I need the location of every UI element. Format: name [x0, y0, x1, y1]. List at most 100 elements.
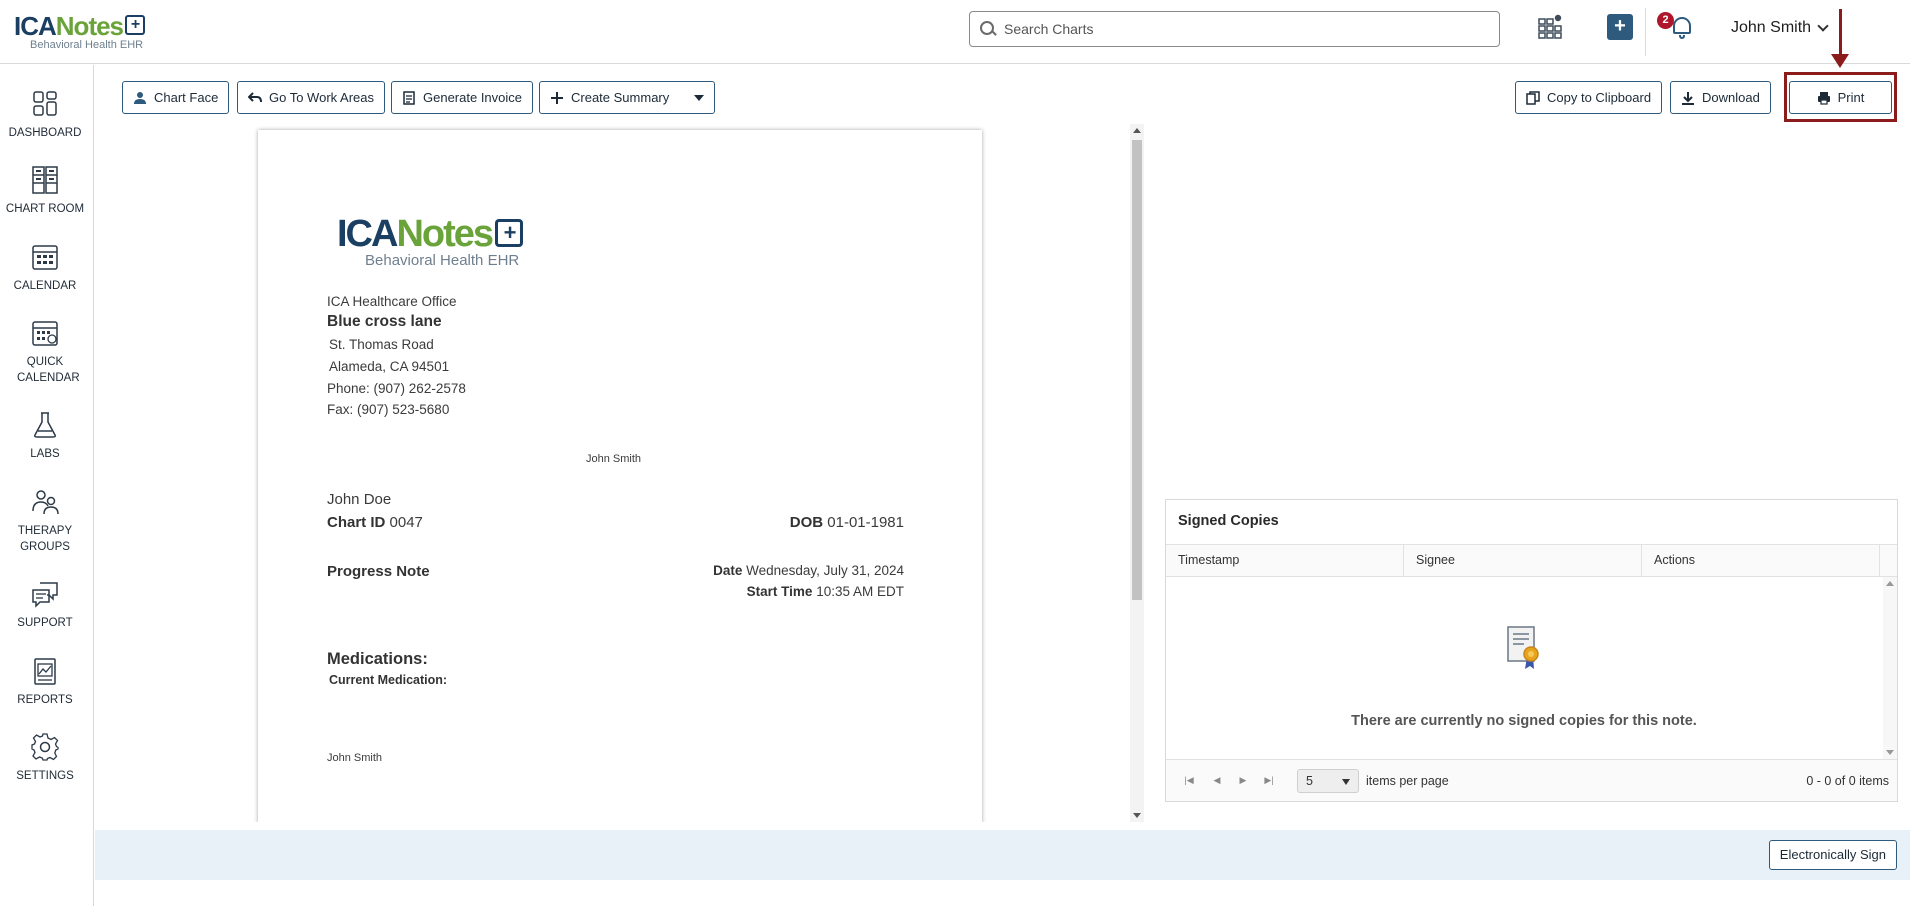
scroll-down-icon[interactable] — [1133, 813, 1141, 818]
last-page-icon[interactable]: ▶| — [1264, 775, 1274, 785]
document-logo: ICANotes + Behavioral Health EHR — [337, 213, 524, 269]
office-street-name: Blue cross lane — [327, 313, 442, 330]
sidebar-item-labs[interactable]: LABS — [0, 410, 90, 462]
top-bar: ICANotes+ Behavioral Health EHR + 2 John… — [0, 0, 1910, 68]
footer-bar: Electronically Sign — [95, 830, 1910, 880]
office-address-line-1: St. Thomas Road — [329, 337, 434, 352]
download-button[interactable]: Download — [1670, 81, 1771, 114]
sidebar-item-support[interactable]: SUPPORT — [0, 579, 90, 631]
calendar-icon — [30, 242, 60, 272]
chart-id-label: Chart ID — [327, 514, 386, 531]
page-size-value: 5 — [1306, 774, 1313, 788]
first-page-icon[interactable]: |◀ — [1184, 775, 1194, 785]
dashboard-icon — [30, 89, 60, 119]
create-summary-label: Create Summary — [571, 90, 670, 105]
column-header-signee[interactable]: Signee — [1404, 545, 1642, 576]
chart-face-label: Chart Face — [154, 90, 219, 105]
chat-icon — [30, 579, 60, 609]
logo-text-notes: Notes — [55, 11, 124, 41]
note-type: Progress Note — [327, 563, 430, 580]
medical-kit-icon[interactable]: + — [1607, 14, 1633, 40]
sidebar-item-chart-room[interactable]: CHART ROOM — [0, 165, 90, 217]
quick-calendar-icon — [30, 318, 60, 348]
create-summary-button[interactable]: Create Summary — [539, 81, 716, 114]
date-value: Wednesday, July 31, 2024 — [746, 563, 904, 578]
search-box[interactable] — [969, 11, 1500, 47]
office-name: ICA Healthcare Office — [327, 294, 457, 309]
annotation-arrow-shaft — [1839, 9, 1842, 60]
doc-logo-text-notes: Notes — [396, 213, 494, 255]
gear-icon — [30, 732, 60, 762]
sidebar-item-label: SUPPORT — [17, 617, 73, 629]
sidebar-item-settings[interactable]: SETTINGS — [0, 732, 90, 784]
document-page: ICANotes + Behavioral Health EHR ICA Heal… — [258, 130, 982, 822]
dob-value: 01-01-1981 — [827, 514, 904, 531]
electronically-sign-button[interactable]: Electronically Sign — [1768, 840, 1897, 870]
invoice-icon — [402, 90, 416, 105]
chevron-down-icon — [1817, 20, 1829, 32]
caret-down-icon — [1342, 779, 1350, 785]
signed-copies-body: There are currently no signed copies for… — [1166, 577, 1897, 759]
copy-to-clipboard-label: Copy to Clipboard — [1547, 90, 1652, 105]
copy-to-clipboard-button[interactable]: Copy to Clipboard — [1515, 81, 1663, 114]
generate-invoice-label: Generate Invoice — [423, 90, 523, 105]
group-icon — [30, 487, 60, 517]
app-logo[interactable]: ICANotes + Behavioral Health EHR — [14, 12, 154, 54]
search-input[interactable] — [1004, 21, 1484, 37]
document-scrollbar[interactable] — [1130, 124, 1144, 822]
notification-badge: 2 — [1657, 12, 1674, 29]
back-arrow-icon — [247, 91, 262, 105]
current-medication-label: Current Medication: — [329, 673, 448, 687]
chart-room-icon — [30, 165, 60, 195]
sidebar-item-calendar[interactable]: CALENDAR — [0, 242, 90, 294]
certificate-icon — [1506, 625, 1542, 673]
header-divider — [1645, 8, 1646, 56]
chart-grid-icon[interactable] — [1537, 14, 1563, 40]
plus-icon — [550, 91, 564, 105]
document-preview[interactable]: ICANotes + Behavioral Health EHR ICA Heal… — [95, 124, 1145, 822]
sidebar-item-quick-calendar[interactable]: QUICK CALENDAR — [0, 318, 90, 386]
office-fax: Fax: (907) 523-5680 — [327, 402, 450, 417]
previous-page-icon[interactable]: ◀ — [1212, 775, 1222, 785]
items-per-page-label: items per page — [1366, 774, 1449, 788]
go-to-work-areas-button[interactable]: Go To Work Areas — [237, 81, 386, 114]
sidebar-item-reports[interactable]: REPORTS — [0, 656, 90, 708]
go-to-work-areas-label: Go To Work Areas — [269, 90, 375, 105]
chart-face-button[interactable]: Chart Face — [122, 81, 230, 114]
person-icon — [133, 91, 147, 105]
signature-name: John Smith — [327, 752, 383, 764]
signed-copies-scrollbar[interactable] — [1883, 577, 1897, 759]
generate-invoice-button[interactable]: Generate Invoice — [391, 81, 534, 114]
signed-copies-title: Signed Copies — [1178, 513, 1279, 529]
user-menu[interactable]: John Smith — [1731, 19, 1829, 37]
column-header-actions[interactable]: Actions — [1642, 545, 1880, 576]
caret-down-icon[interactable] — [694, 94, 705, 101]
sidebar-item-label: SETTINGS — [16, 770, 74, 782]
download-label: Download — [1702, 90, 1760, 105]
sidebar-item-label: DASHBOARD — [8, 127, 82, 139]
chart-id-value: 0047 — [389, 514, 423, 531]
flask-icon — [30, 410, 60, 440]
sidebar-item-label: CHART ROOM — [5, 203, 85, 215]
logo-plus-icon: + — [125, 15, 146, 35]
column-header-timestamp[interactable]: Timestamp — [1166, 545, 1404, 576]
start-time-label: Start Time — [746, 584, 813, 599]
provider-name: John Smith — [586, 453, 642, 465]
next-page-icon[interactable]: ▶ — [1238, 775, 1248, 785]
sidebar-item-therapy-groups[interactable]: THERAPY GROUPS — [0, 487, 90, 555]
page-size-select[interactable]: 5 — [1297, 769, 1359, 793]
doc-logo-subtitle: Behavioral Health EHR — [365, 252, 520, 269]
doc-logo-text-ica: ICA — [337, 213, 398, 255]
scrollbar-thumb[interactable] — [1132, 140, 1142, 600]
sidebar-item-dashboard[interactable]: DASHBOARD — [0, 89, 90, 141]
scroll-up-icon[interactable] — [1133, 128, 1141, 133]
print-button[interactable]: Print — [1789, 81, 1892, 114]
date-label: Date — [713, 563, 743, 578]
print-label: Print — [1837, 90, 1865, 105]
clipboard-icon — [1526, 90, 1540, 105]
pager-info: 0 - 0 of 0 items — [1806, 774, 1889, 788]
reports-icon — [30, 656, 60, 686]
start-time-value: 10:35 AM EDT — [816, 584, 904, 599]
printer-icon — [1817, 91, 1831, 105]
logo-subtitle: Behavioral Health EHR — [30, 39, 144, 51]
